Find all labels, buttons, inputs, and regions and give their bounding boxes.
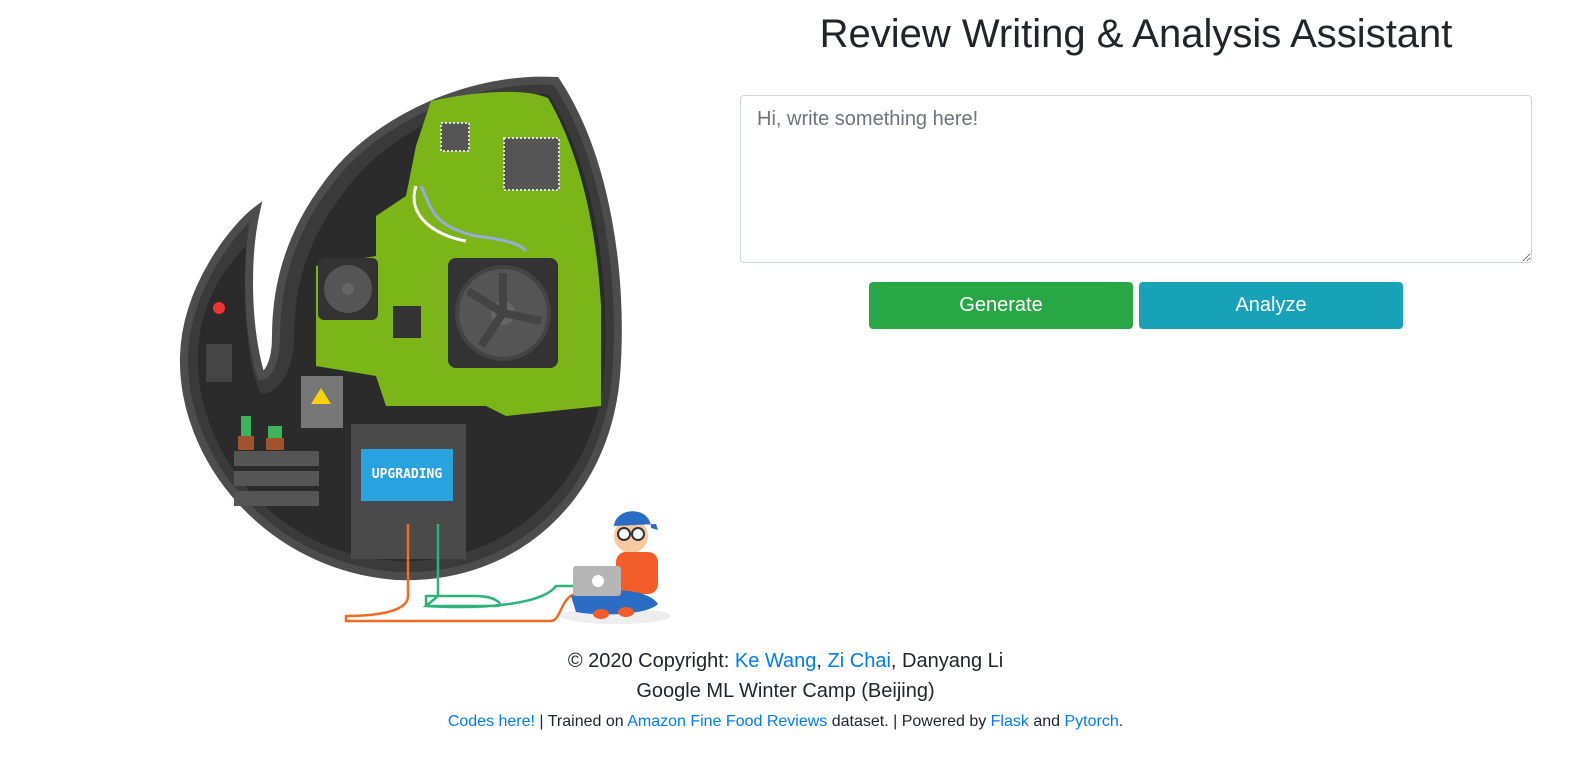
dataset-link[interactable]: Amazon Fine Food Reviews bbox=[627, 713, 827, 730]
separator: , bbox=[816, 650, 828, 672]
footer-camp: Google ML Winter Camp (Beijing) bbox=[636, 680, 935, 702]
flask-link[interactable]: Flask bbox=[991, 713, 1029, 730]
circuit-egg-illustration: UPGRADING bbox=[179, 76, 671, 624]
footer-copyright: © 2020 Copyright: Ke Wang, Zi Chai, Dany… bbox=[0, 648, 1571, 674]
chip-large bbox=[503, 137, 560, 191]
trained-text: | Trained on bbox=[534, 713, 628, 730]
author-link-zi-chai[interactable]: Zi Chai bbox=[828, 650, 891, 672]
chip-small bbox=[440, 122, 470, 152]
pytorch-link[interactable]: Pytorch bbox=[1064, 713, 1118, 730]
and-text: and bbox=[1028, 713, 1065, 730]
generate-button[interactable]: Generate bbox=[869, 282, 1133, 329]
codes-link[interactable]: Codes here! bbox=[448, 713, 535, 730]
copyright-prefix: © 2020 Copyright: bbox=[567, 650, 735, 672]
dataset-suffix: dataset. | Powered by bbox=[827, 713, 991, 730]
period: . bbox=[1118, 713, 1124, 730]
analyze-button[interactable]: Analyze bbox=[1139, 282, 1403, 329]
author-danyang-li: , Danyang Li bbox=[890, 650, 1004, 672]
upgrading-text: UPGRADING bbox=[372, 467, 443, 482]
page-title: Review Writing & Analysis Assistant bbox=[819, 12, 1453, 56]
footer-credits: Codes here! | Trained on Amazon Fine Foo… bbox=[0, 711, 1571, 733]
review-input[interactable] bbox=[740, 95, 1532, 263]
author-link-ke-wang[interactable]: Ke Wang bbox=[735, 650, 817, 672]
person-with-laptop bbox=[561, 511, 671, 624]
